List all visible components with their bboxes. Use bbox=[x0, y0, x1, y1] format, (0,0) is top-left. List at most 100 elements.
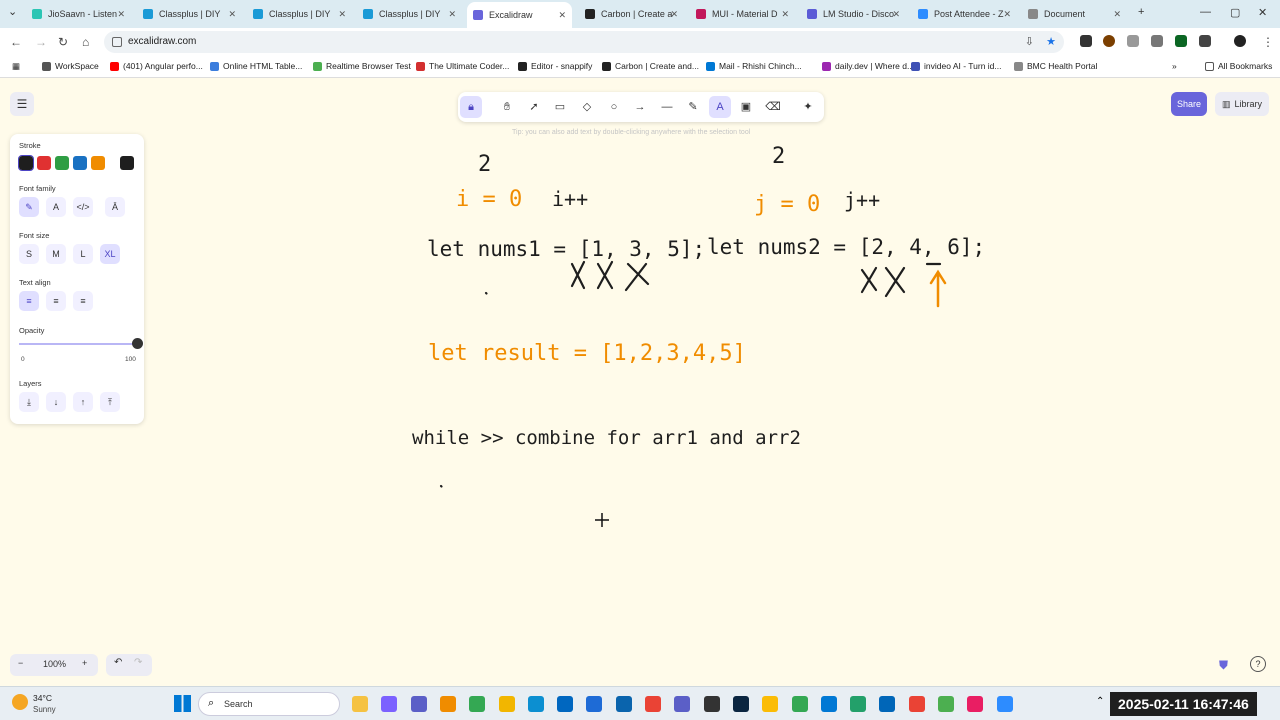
teams-icon[interactable] bbox=[410, 696, 427, 712]
opacity-slider-handle[interactable] bbox=[132, 338, 143, 349]
bookmark-item[interactable]: Editor - snappify bbox=[518, 61, 592, 71]
all-bookmarks[interactable]: All Bookmarks bbox=[1205, 61, 1272, 71]
vscode-icon[interactable] bbox=[850, 696, 867, 712]
vlc-icon[interactable] bbox=[439, 696, 456, 712]
tab-item[interactable]: Classplus | DIY ✕ bbox=[247, 4, 352, 24]
share-button[interactable]: Share bbox=[1171, 92, 1207, 116]
tab-search-icon[interactable]: ⌄ bbox=[8, 5, 17, 18]
ai-icon[interactable]: ✦ bbox=[797, 96, 819, 118]
back-icon[interactable]: ← bbox=[10, 35, 22, 49]
tab-close-icon[interactable]: ✕ bbox=[1113, 9, 1121, 20]
copilot-icon[interactable] bbox=[381, 696, 398, 712]
new-tab-button[interactable]: + bbox=[1138, 6, 1144, 18]
zoom-icon[interactable] bbox=[996, 696, 1013, 712]
font-code-button[interactable]: </> bbox=[73, 197, 93, 217]
terminal-icon[interactable] bbox=[703, 696, 720, 712]
ellipse-icon[interactable]: ○ bbox=[603, 96, 625, 118]
forward-icon[interactable]: → bbox=[35, 35, 47, 49]
notepad-icon[interactable] bbox=[938, 696, 954, 712]
tab-close-icon[interactable]: ✕ bbox=[892, 9, 900, 20]
stroke-color-swatch[interactable] bbox=[37, 156, 51, 170]
stroke-color-swatch[interactable] bbox=[18, 155, 34, 171]
tab-close-icon[interactable]: ✕ bbox=[117, 9, 125, 20]
main-menu-button[interactable]: ☰ bbox=[10, 92, 34, 116]
font-hand-drawn-button[interactable]: ✎ bbox=[19, 197, 39, 217]
lock-icon[interactable]: 🔒︎ bbox=[460, 96, 482, 118]
stroke-color-swatch[interactable] bbox=[73, 156, 87, 170]
bring-forward-icon[interactable]: ↑ bbox=[73, 392, 93, 412]
line-icon[interactable]: — bbox=[656, 96, 678, 118]
align-right-button[interactable]: ≡ bbox=[73, 291, 93, 311]
vscode-icon[interactable] bbox=[879, 696, 896, 712]
chrome-icon[interactable] bbox=[645, 696, 661, 712]
extension-icon[interactable] bbox=[1175, 35, 1187, 47]
notes-icon[interactable] bbox=[732, 696, 749, 712]
bookmark-item[interactable]: BMC Health Portal bbox=[1014, 61, 1097, 71]
home-icon[interactable]: ⌂ bbox=[82, 35, 89, 49]
pencil-icon[interactable]: ✎ bbox=[682, 96, 704, 118]
zoom-level[interactable]: 100% bbox=[43, 659, 66, 669]
extension-icon[interactable] bbox=[1151, 35, 1163, 47]
more-menu-icon[interactable]: ⋮ bbox=[1262, 35, 1274, 49]
site-info-icon[interactable] bbox=[112, 37, 122, 47]
tray-overflow-icon[interactable]: ⌃ bbox=[1096, 696, 1104, 707]
minimize-icon[interactable]: — bbox=[1200, 6, 1211, 18]
more-bookmarks-icon[interactable]: » bbox=[1172, 61, 1177, 71]
bookmark-item[interactable]: Mail - Rhishi Chinch... bbox=[706, 61, 802, 71]
align-left-button[interactable]: ≡ bbox=[19, 291, 39, 311]
diamond-icon[interactable]: ◇ bbox=[576, 96, 598, 118]
chrome-icon[interactable] bbox=[791, 696, 808, 712]
tab-item[interactable]: LM Studio - Disco ✕ bbox=[801, 4, 906, 24]
image-icon[interactable]: ▣ bbox=[735, 96, 757, 118]
maximize-icon[interactable]: ▢ bbox=[1230, 6, 1240, 19]
arrow-icon[interactable]: → bbox=[629, 96, 651, 118]
tab-close-icon[interactable]: ✕ bbox=[558, 10, 566, 21]
selection-icon[interactable]: ➚ bbox=[523, 96, 545, 118]
tab-item[interactable]: MUI - Material D ✕ bbox=[690, 4, 795, 24]
extension-icon[interactable] bbox=[1127, 35, 1139, 47]
extensions-puzzle-icon[interactable] bbox=[1199, 35, 1211, 47]
text-icon[interactable]: A bbox=[709, 96, 731, 118]
reload-icon[interactable]: ↻ bbox=[58, 35, 68, 49]
align-center-button[interactable]: ≡ bbox=[46, 291, 66, 311]
install-icon[interactable]: ⇩ bbox=[1025, 35, 1034, 48]
font-size-l-button[interactable]: L bbox=[73, 244, 93, 264]
current-stroke-color[interactable] bbox=[120, 156, 134, 170]
profile-avatar[interactable] bbox=[1234, 35, 1246, 47]
zoom-out-button[interactable]: − bbox=[18, 658, 23, 668]
send-backward-icon[interactable]: ↓ bbox=[46, 392, 66, 412]
tab-item[interactable]: Excalidraw ✕ bbox=[467, 2, 572, 28]
outlook-icon[interactable] bbox=[615, 696, 632, 712]
close-window-icon[interactable]: ✕ bbox=[1258, 6, 1267, 19]
tab-close-icon[interactable]: ✕ bbox=[228, 9, 236, 20]
bring-to-front-icon[interactable]: ⤒ bbox=[100, 392, 120, 412]
hand-icon[interactable]: ✋︎ bbox=[496, 96, 518, 118]
library-button[interactable]: ▥ Library bbox=[1215, 92, 1269, 116]
extension-icon[interactable] bbox=[1080, 35, 1092, 47]
bookmark-item[interactable]: Online HTML Table... bbox=[210, 61, 302, 71]
extension-icon[interactable] bbox=[1103, 35, 1115, 47]
chrome-icon[interactable] bbox=[908, 696, 925, 712]
font-normal-button[interactable]: A bbox=[46, 197, 66, 217]
font-size-s-button[interactable]: S bbox=[19, 244, 39, 264]
excalidraw-canvas[interactable]: ☰ 🔒︎ ✋︎ ➚ ▭ ◇ ○ → — ✎ A ▣ ⌫ ✦ Tip: you c… bbox=[0, 78, 1280, 686]
opacity-slider[interactable] bbox=[19, 343, 137, 345]
tab-item[interactable]: JioSaavn - Listen ✕ bbox=[26, 4, 131, 24]
chrome-icon[interactable] bbox=[762, 696, 779, 712]
font-size-xl-button[interactable]: XL bbox=[100, 244, 120, 264]
address-bar[interactable]: excalidraw.com ⇩ ★ bbox=[104, 31, 1064, 53]
file-explorer-icon[interactable] bbox=[352, 696, 368, 712]
windows-start-icon[interactable] bbox=[174, 695, 191, 712]
bookmark-item[interactable]: Carbon | Create and... bbox=[602, 61, 699, 71]
apps-grid-icon[interactable]: ▦ bbox=[12, 61, 20, 72]
tab-item[interactable]: Carbon | Create a ✕ bbox=[579, 4, 684, 24]
tab-item[interactable]: Classplus | DIY ✕ bbox=[357, 4, 462, 24]
bookmark-item[interactable]: invideo AI - Turn id... bbox=[911, 61, 1001, 71]
app-icon[interactable] bbox=[586, 696, 603, 712]
tab-close-icon[interactable]: ✕ bbox=[1003, 9, 1011, 20]
tab-item[interactable]: Document ✕ bbox=[1022, 4, 1127, 24]
edge-icon[interactable] bbox=[527, 696, 544, 712]
teams-icon[interactable] bbox=[674, 696, 691, 712]
taskbar-search[interactable]: ⌕ Search bbox=[198, 692, 340, 716]
bookmark-item[interactable]: (401) Angular perfo... bbox=[110, 61, 203, 71]
